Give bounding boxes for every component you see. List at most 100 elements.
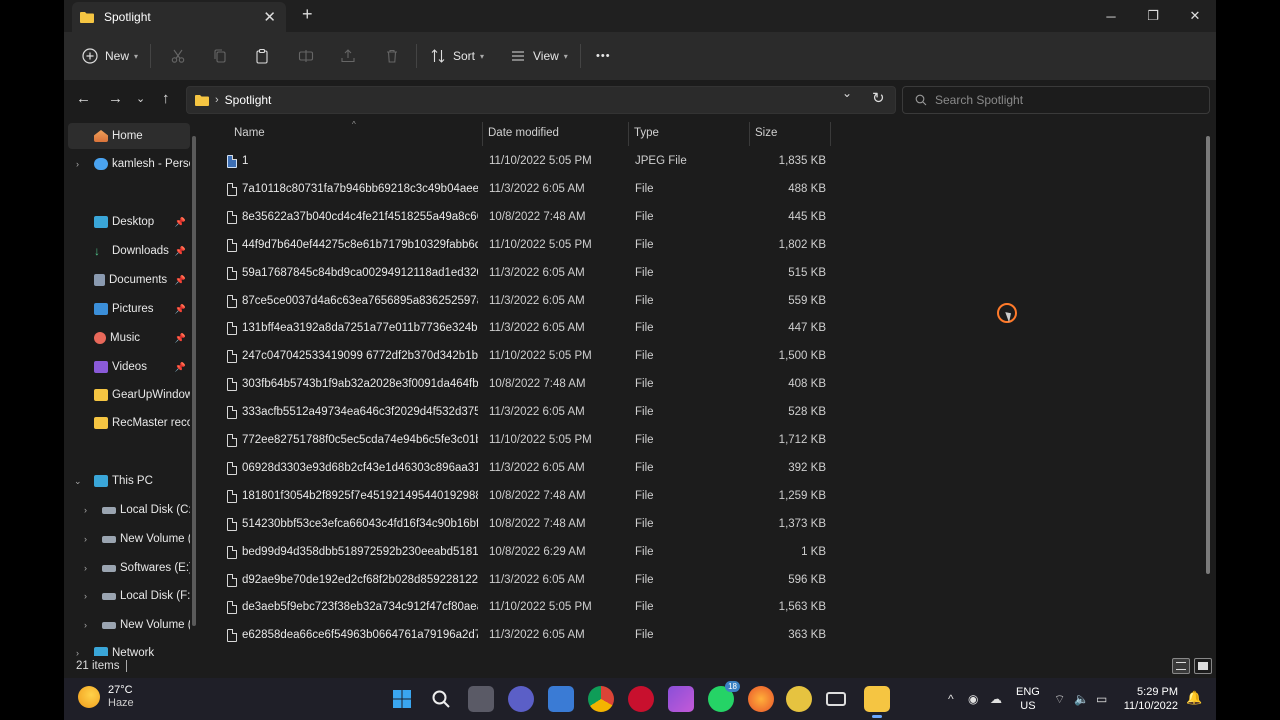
file-row[interactable]: 59a17687845c84bd9ca00294912118ad1ed320e.…: [206, 260, 836, 288]
file-row[interactable]: 44f9d7b640ef44275c8e61b7179b10329fabb6df…: [206, 232, 836, 260]
file-row[interactable]: 06928d3303e93d68b2cf43e1d46303c896aa315.…: [206, 455, 836, 483]
wifi-icon[interactable]: ⌔: [1054, 678, 1065, 720]
back-arrow-icon[interactable]: ←: [76, 90, 91, 107]
file-row[interactable]: 131bff4ea3192a8da7251a77e011b7736e324b1.…: [206, 315, 836, 343]
delete-button[interactable]: [384, 32, 400, 80]
file-row[interactable]: 303fb64b5743b1f9ab32a2028e3f0091da464fb8…: [206, 371, 836, 399]
paste-button[interactable]: [254, 32, 270, 80]
expand-chevron-icon[interactable]: ›: [84, 591, 87, 601]
tray-chrome-icon[interactable]: ◉: [968, 678, 978, 720]
share-button[interactable]: [340, 32, 356, 80]
column-divider[interactable]: [749, 122, 750, 146]
new-tab-button[interactable]: +: [302, 4, 313, 25]
sidebar-item-onedrive[interactable]: › kamlesh - Persona: [68, 151, 190, 177]
search-input[interactable]: [935, 93, 1195, 107]
file-row[interactable]: 8e35622a37b040cd4c4fe21f4518255a49a8c669…: [206, 204, 836, 232]
sidebar-item-videos[interactable]: Videos 📌: [68, 354, 190, 380]
onedrive-cloud-icon[interactable]: ☁: [990, 678, 1002, 720]
cut-button[interactable]: [170, 32, 186, 80]
sidebar-scrollbar[interactable]: [192, 136, 196, 626]
sidebar-item-this-pc[interactable]: ⌄ This PC: [68, 468, 190, 494]
sidebar-item-drive-g[interactable]: › New Volume (G: [68, 612, 190, 638]
column-divider[interactable]: [628, 122, 629, 146]
start-button[interactable]: [389, 686, 415, 712]
teams-chat-button[interactable]: [508, 686, 534, 712]
breadcrumb-current[interactable]: Spotlight: [225, 93, 272, 107]
sidebar-item-music[interactable]: Music 📌: [68, 325, 190, 351]
expand-chevron-icon[interactable]: ›: [76, 648, 79, 656]
maximize-button[interactable]: ❐: [1132, 0, 1174, 32]
expand-chevron-icon[interactable]: ›: [84, 534, 87, 544]
file-row[interactable]: e62858dea66ce6f54963b0664761a79196a2d76.…: [206, 622, 836, 650]
file-row[interactable]: de3aeb5f9ebc723f38eb32a734c912f47cf80aea…: [206, 594, 836, 622]
recent-locations-chevron-icon[interactable]: ⌄: [136, 92, 145, 105]
expand-chevron-icon[interactable]: ›: [84, 505, 87, 515]
whatsapp-button[interactable]: 18: [708, 681, 740, 712]
expand-chevron-icon[interactable]: ›: [84, 563, 87, 573]
sidebar-item-recmaster[interactable]: RecMaster recor: [68, 410, 190, 436]
close-window-button[interactable]: ✕: [1174, 0, 1216, 32]
file-row[interactable]: 181801f3054b2f8925f7e451921495440192988.…: [206, 483, 836, 511]
file-row[interactable]: 247c047042533419099 6772df2b370d342b1b7a…: [206, 343, 836, 371]
volume-icon[interactable]: 🔈: [1074, 678, 1089, 720]
file-row[interactable]: d92ae9be70de192ed2cf68f2b028d859228122d.…: [206, 567, 836, 595]
collapse-chevron-icon[interactable]: ⌄: [74, 476, 82, 487]
column-header-size[interactable]: Size: [755, 120, 777, 146]
system-clock[interactable]: 5:29 PM 11/10/2022: [1118, 685, 1178, 713]
weather-widget[interactable]: 27°C Haze: [78, 684, 134, 710]
close-tab-icon[interactable]: ✕: [263, 8, 276, 26]
refresh-icon[interactable]: ↻: [872, 89, 885, 107]
rename-button[interactable]: [298, 32, 314, 80]
tab-spotlight[interactable]: Spotlight ✕: [72, 2, 286, 32]
sort-button[interactable]: Sort ▾: [430, 32, 484, 80]
sidebar-item-downloads[interactable]: ↓ Downloads 📌: [68, 238, 190, 264]
sidebar-item-gearupwindows[interactable]: GearUpWindows: [68, 382, 190, 408]
search-taskbar-button[interactable]: [428, 686, 454, 712]
battery-icon[interactable]: ▭: [1096, 678, 1107, 720]
microsoft-store-button[interactable]: [548, 686, 574, 712]
file-row[interactable]: 772ee82751788f0c5ec5cda74e94b6c5fe3c01b6…: [206, 427, 836, 455]
app-character-button[interactable]: [786, 686, 812, 712]
language-indicator[interactable]: ENG US: [1016, 685, 1040, 713]
forward-arrow-icon[interactable]: →: [108, 90, 123, 107]
sidebar-item-drive-f[interactable]: › Local Disk (F:): [68, 583, 190, 609]
tiles-view-button[interactable]: [1194, 658, 1212, 674]
up-arrow-icon[interactable]: ↑: [162, 90, 170, 107]
new-button[interactable]: New ▾: [82, 32, 138, 80]
sidebar-item-documents[interactable]: Documents 📌: [68, 267, 190, 293]
file-row[interactable]: bed99d94d358dbb518972592b230eeabd51811..…: [206, 539, 836, 567]
expand-chevron-icon[interactable]: ›: [84, 620, 87, 630]
sidebar-item-home[interactable]: Home: [68, 123, 190, 149]
sidebar-item-pictures[interactable]: Pictures 📌: [68, 296, 190, 322]
sidebar-item-drive-e[interactable]: › Softwares (E:): [68, 555, 190, 581]
details-view-button[interactable]: [1172, 658, 1190, 674]
task-view-button[interactable]: [468, 686, 494, 712]
copy-button[interactable]: [212, 32, 228, 80]
show-hidden-icons-chevron-icon[interactable]: ^: [948, 678, 954, 720]
file-row[interactable]: 7a10118c80731fa7b946bb69218c3c49b04aee7.…: [206, 176, 836, 204]
expand-chevron-icon[interactable]: ›: [76, 159, 79, 169]
camera-app-button[interactable]: [826, 692, 846, 706]
address-bar[interactable]: › Spotlight: [186, 86, 896, 114]
sidebar-item-network[interactable]: › Network: [68, 640, 190, 656]
view-button[interactable]: View ▾: [510, 32, 568, 80]
sidebar-item-drive-d[interactable]: › New Volume (D: [68, 526, 190, 552]
column-divider[interactable]: [482, 122, 483, 146]
file-explorer-taskbar-button[interactable]: [864, 686, 890, 718]
file-row[interactable]: 1 11/10/2022 5:05 PM JPEG File 1,835 KB: [206, 148, 836, 176]
column-header-name[interactable]: Name: [234, 120, 265, 146]
file-row[interactable]: 333acfb5512a49734ea646c3f2029d4f532d375d…: [206, 399, 836, 427]
file-row[interactable]: 514230bbf53ce3efca66043c4fd16f34c90b16bf…: [206, 511, 836, 539]
minimize-button[interactable]: ─: [1090, 0, 1132, 32]
file-list-scrollbar[interactable]: [1206, 136, 1210, 574]
column-header-date[interactable]: Date modified: [488, 120, 559, 146]
address-dropdown-chevron-icon[interactable]: ⌄: [842, 86, 852, 100]
firefox-button[interactable]: [748, 686, 774, 712]
column-divider[interactable]: [830, 122, 831, 146]
chrome-button[interactable]: [588, 686, 614, 712]
clipchamp-button[interactable]: [668, 686, 694, 712]
more-options-button[interactable]: •••: [596, 32, 611, 80]
file-row[interactable]: 87ce5ce0037d4a6c63ea7656895a836252597a0.…: [206, 288, 836, 316]
column-header-type[interactable]: Type: [634, 120, 659, 146]
huawei-app-button[interactable]: [628, 686, 654, 712]
